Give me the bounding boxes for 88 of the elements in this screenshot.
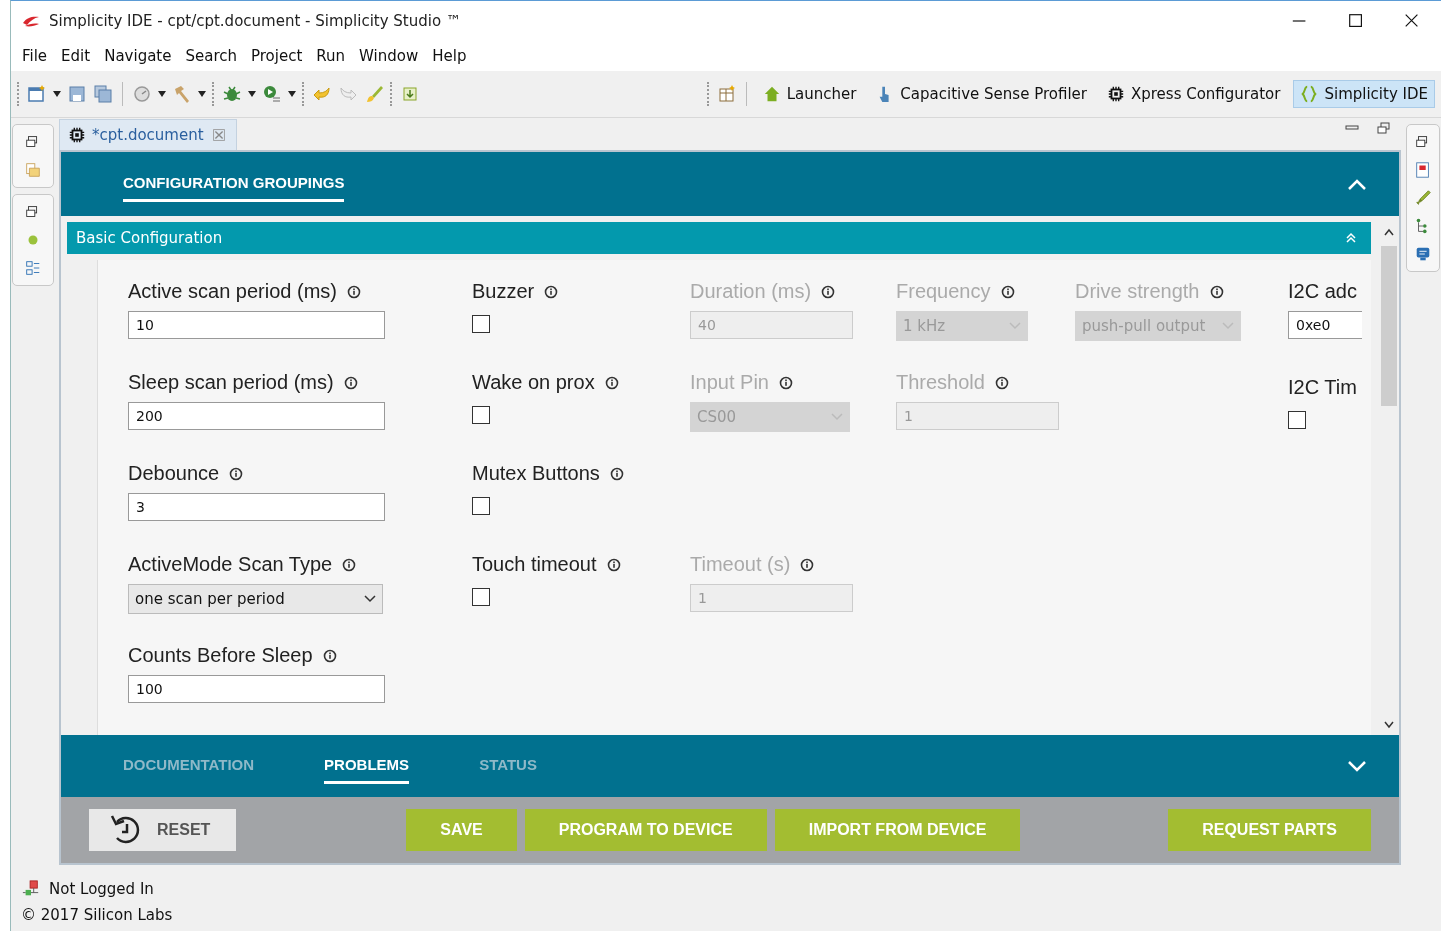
checkbox[interactable]: [472, 497, 490, 515]
text-field[interactable]: 200: [128, 402, 385, 430]
field-label: I2C adc: [1288, 280, 1357, 303]
checkbox[interactable]: [472, 406, 490, 424]
scroll-down-icon[interactable]: [1384, 721, 1394, 729]
perspective-button[interactable]: Launcher: [755, 80, 864, 108]
info-icon[interactable]: [800, 557, 815, 572]
chevron-down-icon[interactable]: [1347, 759, 1367, 773]
editor-tab[interactable]: *cpt.document: [59, 119, 237, 150]
info-icon[interactable]: [609, 466, 624, 481]
window-title: Simplicity IDE - cpt/cpt.document - Simplicity Studio ™: [49, 12, 461, 30]
info-icon[interactable]: [606, 557, 621, 572]
menu-item[interactable]: File: [17, 45, 53, 67]
info-icon[interactable]: [342, 557, 357, 572]
status-text: Not Logged In: [49, 880, 154, 898]
dropdown-arrow-icon[interactable]: [53, 91, 61, 97]
info-icon[interactable]: [994, 375, 1009, 390]
reset-button[interactable]: RESET: [89, 809, 237, 851]
save-all-icon[interactable]: [93, 84, 113, 104]
new-window-icon[interactable]: [27, 84, 47, 104]
menu-item[interactable]: Search: [180, 45, 242, 67]
info-icon[interactable]: [604, 375, 619, 390]
open-perspective-icon[interactable]: [716, 84, 737, 104]
menu-item[interactable]: Help: [427, 45, 472, 67]
dropdown-field[interactable]: one scan per period: [128, 584, 383, 614]
field-label: Active scan period (ms): [128, 280, 337, 303]
menu-item[interactable]: Project: [246, 45, 308, 67]
chip-download-icon[interactable]: [400, 84, 420, 104]
perspective-button[interactable]: Xpress Configurator: [1099, 80, 1288, 108]
checkbox[interactable]: [472, 315, 490, 333]
checkbox[interactable]: [472, 588, 490, 606]
text-field[interactable]: 0xe0: [1288, 311, 1362, 339]
menu-item[interactable]: Run: [311, 45, 351, 67]
field-label: Wake on prox: [472, 371, 595, 394]
field-label: Counts Before Sleep: [128, 644, 313, 667]
field-label: Threshold: [896, 371, 985, 394]
info-icon[interactable]: [821, 284, 836, 299]
dropdown-arrow-icon[interactable]: [198, 91, 206, 97]
field-label: Timeout (s): [690, 553, 791, 576]
dropdown-arrow-icon[interactable]: [158, 91, 166, 97]
info-icon[interactable]: [1000, 284, 1015, 299]
info-icon[interactable]: [343, 375, 358, 390]
maximize-icon[interactable]: [1347, 12, 1365, 30]
checkbox[interactable]: [1288, 411, 1306, 429]
chevron-down-icon[interactable]: [364, 595, 376, 603]
field-label: Touch timeout: [472, 553, 597, 576]
info-icon[interactable]: [346, 284, 361, 299]
field-label: Mutex Buttons: [472, 462, 600, 485]
field-label: Debounce: [128, 462, 220, 485]
chip-icon[interactable]: [68, 126, 86, 144]
info-icon[interactable]: [778, 375, 793, 390]
perspective-button[interactable]: Simplicity IDE: [1293, 80, 1435, 108]
bug-icon[interactable]: [222, 84, 242, 104]
field-label: Buzzer: [472, 280, 535, 303]
field-label: Sleep scan period (ms): [128, 371, 334, 394]
dropdown-arrow-icon[interactable]: [248, 91, 256, 97]
chevron-up-icon[interactable]: [1347, 177, 1367, 191]
console-icon[interactable]: [1414, 245, 1432, 263]
collapse-icon[interactable]: [1345, 232, 1357, 244]
status-text: © 2017 Silicon Labs: [21, 906, 173, 924]
close-icon[interactable]: [1403, 12, 1421, 30]
save-icon[interactable]: [67, 84, 87, 104]
field-label: I2C Tim: [1288, 376, 1357, 399]
field-label: Duration (ms): [690, 280, 812, 303]
configuration-tab[interactable]: CONFIGURATION GROUPINGS: [123, 166, 345, 202]
info-icon[interactable]: [1209, 284, 1224, 299]
run-icon[interactable]: [262, 84, 282, 104]
scroll-up-icon[interactable]: [1384, 228, 1394, 236]
text-field[interactable]: 3: [128, 493, 385, 521]
info-icon[interactable]: [322, 648, 337, 663]
info-icon[interactable]: [544, 284, 559, 299]
chip-icon[interactable]: [1106, 85, 1125, 103]
field-label: Input Pin: [690, 371, 769, 394]
panel-tab[interactable]: PROBLEMS: [324, 748, 410, 784]
text-field[interactable]: 10: [128, 311, 385, 339]
menu-item[interactable]: Edit: [56, 45, 96, 67]
section-title: Basic Configuration: [76, 229, 223, 247]
field-label: ActiveMode Scan Type: [128, 553, 333, 576]
dropdown-arrow-icon[interactable]: [288, 91, 296, 97]
outline-icon[interactable]: [24, 259, 42, 277]
field-label: Drive strength: [1075, 280, 1200, 303]
menu-item[interactable]: Navigate: [99, 45, 177, 67]
info-icon[interactable]: [229, 466, 244, 481]
network-icon[interactable]: [21, 880, 41, 898]
text-field[interactable]: 100: [128, 675, 385, 703]
perspective-button[interactable]: Capacitive Sense Profiler: [869, 80, 1094, 108]
field-label: Frequency: [896, 280, 991, 303]
menu-item[interactable]: Window: [354, 45, 424, 67]
